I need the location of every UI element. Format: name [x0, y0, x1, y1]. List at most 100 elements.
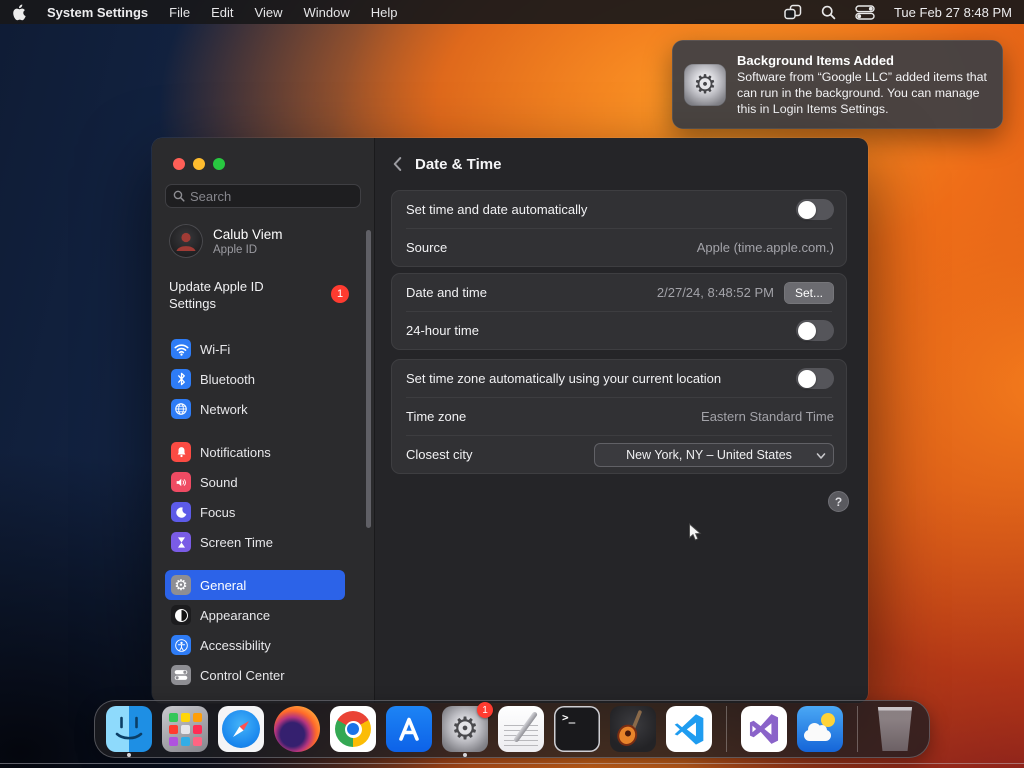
trash-icon: [877, 707, 913, 751]
appearance-icon: [171, 605, 191, 625]
sidebar-item-label: Screen Time: [200, 534, 273, 550]
search-input[interactable]: [190, 188, 353, 204]
menu-window[interactable]: Window: [303, 5, 349, 20]
dock-separator: [857, 706, 858, 752]
textedit-icon: [498, 706, 544, 752]
control-center-icon[interactable]: [855, 4, 875, 20]
sidebar-nav: Wi-Fi Bluetooth Network Notifications So…: [165, 334, 361, 690]
speaker-icon: [171, 472, 191, 492]
gear-icon: ⚙: [171, 575, 191, 595]
finder-icon: [106, 706, 152, 752]
menu-view[interactable]: View: [255, 5, 283, 20]
dock-item-system-settings[interactable]: 1 ⚙: [442, 702, 493, 757]
sidebar-item-label: General: [200, 577, 247, 593]
dock-item-weather[interactable]: [797, 706, 843, 752]
sidebar-item-notifications[interactable]: Notifications: [165, 437, 345, 467]
dock-item-vscode[interactable]: [666, 706, 712, 752]
datetime-value: 2/27/24, 8:48:52 PM: [656, 285, 774, 300]
mouse-cursor: [689, 523, 702, 541]
help-button[interactable]: ?: [828, 491, 849, 512]
page-title: Date & Time: [415, 155, 502, 173]
profile-subtitle: Apple ID: [213, 243, 258, 256]
system-settings-gear-icon: ⚙: [684, 63, 726, 106]
bluetooth-icon: [171, 369, 191, 389]
dock-item-textedit[interactable]: [498, 706, 544, 752]
sidebar-item-control-center[interactable]: Control Center: [165, 660, 345, 690]
sidebar-item-wifi[interactable]: Wi-Fi: [165, 334, 345, 364]
menu-help[interactable]: Help: [371, 5, 398, 20]
screen-edge-line: [0, 763, 1024, 764]
dock-item-garageband[interactable]: [610, 706, 656, 752]
notification-banner[interactable]: ⚙ Background Items Added Software from “…: [672, 40, 1003, 129]
sidebar-item-focus[interactable]: Focus: [165, 497, 345, 527]
menu-edit[interactable]: Edit: [211, 5, 233, 20]
set-date-button[interactable]: Set...: [783, 281, 834, 304]
menu-app-name[interactable]: System Settings: [47, 5, 148, 20]
dock-item-app-store[interactable]: [386, 706, 432, 752]
settings-group-timezone: Set time zone automatically using your c…: [391, 359, 847, 474]
safari-icon: [218, 706, 264, 752]
back-button[interactable]: [392, 155, 403, 173]
dock-item-launchpad[interactable]: [162, 706, 208, 752]
sidebar-item-network[interactable]: Network: [165, 394, 345, 424]
vscode-icon: [666, 706, 712, 752]
bell-icon: [171, 442, 191, 462]
sidebar-item-sound[interactable]: Sound: [165, 467, 345, 497]
spotlight-icon[interactable]: [821, 5, 836, 20]
search-field[interactable]: [165, 184, 361, 208]
sidebar-item-label: Appearance: [200, 607, 271, 623]
notification-title: Background Items Added: [737, 52, 894, 68]
sidebar-scrollbar[interactable]: [366, 230, 371, 528]
closest-city-select[interactable]: New York, NY – United States: [594, 442, 834, 467]
apple-menu-icon[interactable]: [12, 3, 26, 21]
timezone-value: Eastern Standard Time: [701, 409, 834, 424]
row-closest-city: Closest city New York, NY – United State…: [392, 436, 846, 473]
visual-studio-icon: [741, 706, 787, 752]
sidebar: Calub Viem Apple ID Update Apple ID Sett…: [152, 138, 374, 703]
system-settings-window: Calub Viem Apple ID Update Apple ID Sett…: [152, 138, 868, 703]
update-apple-id-settings[interactable]: Update Apple ID Settings 1: [169, 278, 361, 312]
sidebar-item-label: Control Center: [200, 667, 285, 683]
profile-name: Calub Viem: [213, 226, 283, 242]
row-set-time-auto: Set time and date automatically: [392, 191, 846, 228]
row-label: Time zone: [406, 409, 467, 424]
sidebar-item-label: Focus: [200, 504, 236, 520]
notification-badge: 1: [477, 702, 493, 718]
toggle-auto-timezone[interactable]: [796, 368, 834, 389]
dock-item-finder[interactable]: [106, 706, 152, 757]
apple-id-row[interactable]: Calub Viem Apple ID: [169, 224, 361, 258]
running-indicator: [127, 753, 131, 757]
row-source: Source Apple (time.apple.com.): [392, 229, 846, 266]
row-label: Closest city: [406, 447, 473, 462]
toggle-set-time-auto[interactable]: [796, 199, 834, 220]
search-icon: [173, 190, 185, 202]
sidebar-item-appearance[interactable]: Appearance: [165, 600, 345, 630]
wifi-icon: [171, 339, 191, 359]
dock-item-terminal[interactable]: >_: [554, 706, 600, 752]
chrome-icon: [330, 706, 376, 752]
hourglass-icon: [171, 532, 191, 552]
row-date-and-time: Date and time 2/27/24, 8:48:52 PM Set...: [392, 274, 846, 311]
settings-group-auto: Set time and date automatically Source A…: [391, 190, 847, 267]
sidebar-item-accessibility[interactable]: Accessibility: [165, 630, 345, 660]
sidebar-item-screen-time[interactable]: Screen Time: [165, 527, 345, 557]
sidebar-item-general[interactable]: ⚙ General: [165, 570, 345, 600]
row-label: Date and time: [406, 285, 487, 300]
minimize-button[interactable]: [193, 158, 205, 170]
dock-item-trash[interactable]: [872, 706, 918, 752]
menu-file[interactable]: File: [169, 5, 190, 20]
closest-city-value: New York, NY – United States: [626, 447, 792, 462]
firefox-icon: [274, 706, 320, 752]
dock-item-chrome[interactable]: [330, 706, 376, 752]
zoom-button[interactable]: [213, 158, 225, 170]
sidebar-item-label: Wi-Fi: [200, 341, 231, 357]
stage-manager-icon[interactable]: [783, 4, 802, 20]
dock-item-firefox[interactable]: [274, 706, 320, 752]
settings-group-datetime: Date and time 2/27/24, 8:48:52 PM Set...…: [391, 273, 847, 350]
dock-item-safari[interactable]: [218, 706, 264, 752]
sidebar-item-bluetooth[interactable]: Bluetooth: [165, 364, 345, 394]
close-button[interactable]: [173, 158, 185, 170]
menu-clock[interactable]: Tue Feb 27 8:48 PM: [894, 5, 1012, 20]
dock-item-visual-studio[interactable]: [741, 706, 787, 752]
toggle-24-hour[interactable]: [796, 320, 834, 341]
